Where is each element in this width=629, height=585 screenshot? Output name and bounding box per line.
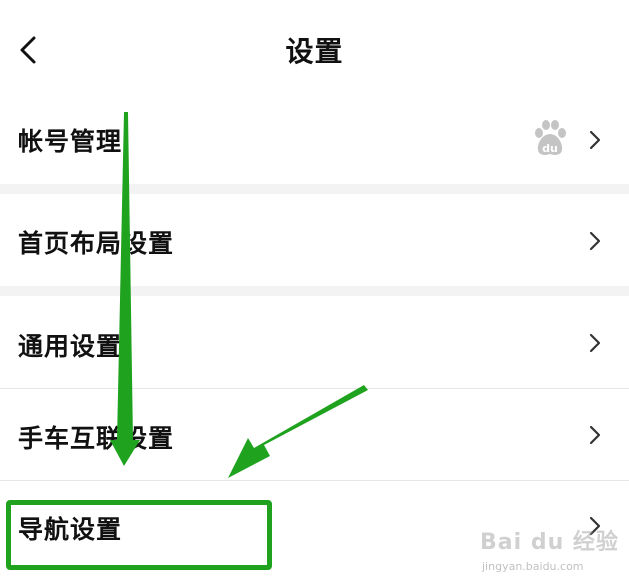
settings-row-home-layout[interactable]: 首页布局设置 (0, 194, 629, 286)
chevron-right-icon (589, 516, 601, 536)
settings-row-navigation[interactable]: 导航设置 (0, 481, 629, 575)
row-label: 首页布局设置 (18, 229, 175, 258)
top-bar: 设置 (0, 0, 629, 96)
settings-screen: 设置 帐号管理 du 首页布局设置 通用设置 手车互联设置 导航设置 Bai d… (0, 0, 629, 585)
chevron-right-icon (589, 425, 601, 445)
row-label: 帐号管理 (18, 127, 123, 156)
settings-row-car-connect[interactable]: 手车互联设置 (0, 389, 629, 480)
row-label: 通用设置 (18, 332, 123, 361)
svg-text:du: du (542, 142, 558, 155)
row-label: 手车互联设置 (18, 424, 175, 453)
section-gap (0, 286, 629, 296)
chevron-right-icon (589, 231, 601, 251)
page-title: 设置 (285, 35, 344, 68)
section-gap (0, 184, 629, 194)
baidu-paw-icon: du (535, 120, 566, 155)
settings-row-general[interactable]: 通用设置 (0, 296, 629, 388)
row-label: 导航设置 (18, 515, 123, 544)
chevron-right-icon (589, 333, 601, 353)
chevron-right-icon (589, 130, 601, 150)
